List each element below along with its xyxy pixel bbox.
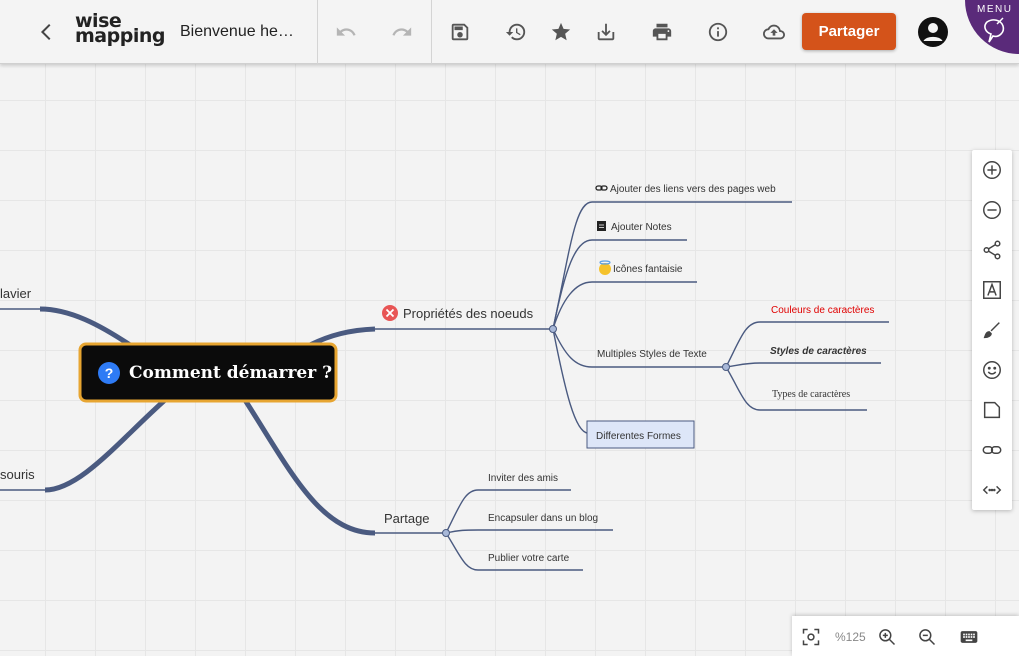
menu-label: MENU: [977, 4, 1013, 15]
node-clavier[interactable]: lavier: [0, 286, 32, 301]
download-icon: [597, 23, 615, 41]
angel-emoji-icon: [599, 260, 611, 275]
node-inviter[interactable]: Inviter des amis: [488, 473, 558, 484]
star-icon: [551, 22, 571, 41]
node-liens[interactable]: Ajouter des liens vers des pages web: [610, 184, 776, 195]
code-icon: [982, 485, 1002, 495]
download-button[interactable]: [586, 12, 626, 52]
zoom-in-icon: [879, 629, 896, 646]
star-button[interactable]: [541, 12, 581, 52]
mindmap-canvas[interactable]: ? Comment démarrer ? lavier souris Propr…: [0, 0, 1019, 656]
node-publier[interactable]: Publier votre carte: [488, 553, 570, 564]
account-button[interactable]: [917, 16, 949, 48]
node-partage[interactable]: Partage: [384, 511, 430, 526]
emoji-icon: [983, 361, 1001, 379]
branch-partage: [242, 398, 376, 536]
emoji-button[interactable]: [980, 358, 1004, 382]
fit-screen-icon: [802, 628, 820, 646]
note-icon: [597, 221, 606, 231]
print-button[interactable]: [642, 12, 682, 52]
redo-icon: [392, 27, 412, 36]
node-couleurs[interactable]: Couleurs de caractères: [771, 305, 874, 316]
wisemapping-logo: wise mapping: [75, 10, 165, 47]
redo-button[interactable]: [382, 12, 422, 52]
share-icon: [983, 240, 1001, 260]
account-icon: [918, 17, 948, 47]
undo-button[interactable]: [326, 12, 366, 52]
save-icon: [451, 23, 469, 41]
delete-topic-button[interactable]: [980, 198, 1004, 222]
undo-icon: [336, 27, 356, 36]
back-button[interactable]: [27, 12, 67, 52]
node-formes[interactable]: Differentes Formes: [586, 420, 695, 449]
add-topic-button[interactable]: [980, 158, 1004, 182]
svg-text:?: ?: [105, 365, 114, 381]
document-title[interactable]: Bienvenue he…: [180, 23, 294, 41]
node-proprietes-label: Propriétés des noeuds: [403, 306, 534, 321]
note-button[interactable]: [980, 398, 1004, 422]
brush-icon: [983, 322, 1000, 339]
node-souris[interactable]: souris: [0, 467, 35, 482]
zoom-out-icon: [919, 629, 936, 646]
zoom-bar: %125: [792, 616, 1019, 656]
node-types-caracteres[interactable]: Types de caractères: [772, 389, 850, 400]
node-icones[interactable]: Icônes fantaisie: [613, 264, 683, 275]
relationship-button[interactable]: [980, 478, 1004, 502]
divider: [431, 0, 432, 64]
zoom-level: %125: [835, 630, 866, 644]
node-encapsuler[interactable]: Encapsuler dans un blog: [488, 513, 598, 524]
share-button[interactable]: Partager: [802, 13, 896, 50]
cloud-upload-icon: [763, 24, 785, 40]
zoom-in-circle-icon: [983, 161, 1001, 179]
print-icon: [652, 23, 672, 41]
fit-screen-button[interactable]: [800, 626, 822, 648]
keyboard-icon: [960, 631, 978, 643]
node-styles-caracteres[interactable]: Styles de caractères: [770, 346, 867, 357]
info-icon: [708, 22, 728, 42]
share-topic-button[interactable]: [980, 238, 1004, 262]
text-style-button[interactable]: [980, 278, 1004, 302]
color-button[interactable]: [980, 318, 1004, 342]
info-button[interactable]: [698, 12, 738, 52]
node-styles-texte[interactable]: Multiples Styles de Texte: [597, 349, 707, 360]
branch-left-bottom: [44, 398, 167, 493]
history-icon: [505, 23, 526, 41]
link-icon: [982, 446, 1002, 454]
central-node[interactable]: ? Comment démarrer ?: [78, 342, 338, 403]
menu-button[interactable]: MENU: [965, 0, 1019, 54]
zoom-out-button[interactable]: [916, 626, 938, 648]
note-icon: [983, 401, 1001, 419]
divider: [317, 0, 318, 64]
publish-button[interactable]: [754, 12, 794, 52]
link-button[interactable]: [980, 438, 1004, 462]
central-node-label: Comment démarrer ?: [129, 363, 332, 383]
node-notes[interactable]: Ajouter Notes: [611, 222, 672, 233]
link-icon: [595, 185, 608, 191]
node-proprietes[interactable]: Propriétés des noeuds: [382, 305, 534, 321]
zoom-in-button[interactable]: [876, 626, 898, 648]
keyboard-shortcuts-button[interactable]: [956, 626, 982, 648]
save-button[interactable]: [440, 12, 480, 52]
history-button[interactable]: [496, 12, 536, 52]
arrow-back-icon: [40, 23, 51, 41]
node-formes-label: Differentes Formes: [596, 431, 681, 442]
node-tools-panel: [972, 150, 1012, 510]
unicorn-logo-icon: [984, 17, 1005, 43]
top-toolbar: wise mapping Bienvenue he… Partager MENU: [0, 0, 1019, 64]
text-format-icon: [983, 281, 1001, 299]
zoom-out-circle-icon: [983, 201, 1001, 219]
branch-left-top: [39, 306, 132, 348]
